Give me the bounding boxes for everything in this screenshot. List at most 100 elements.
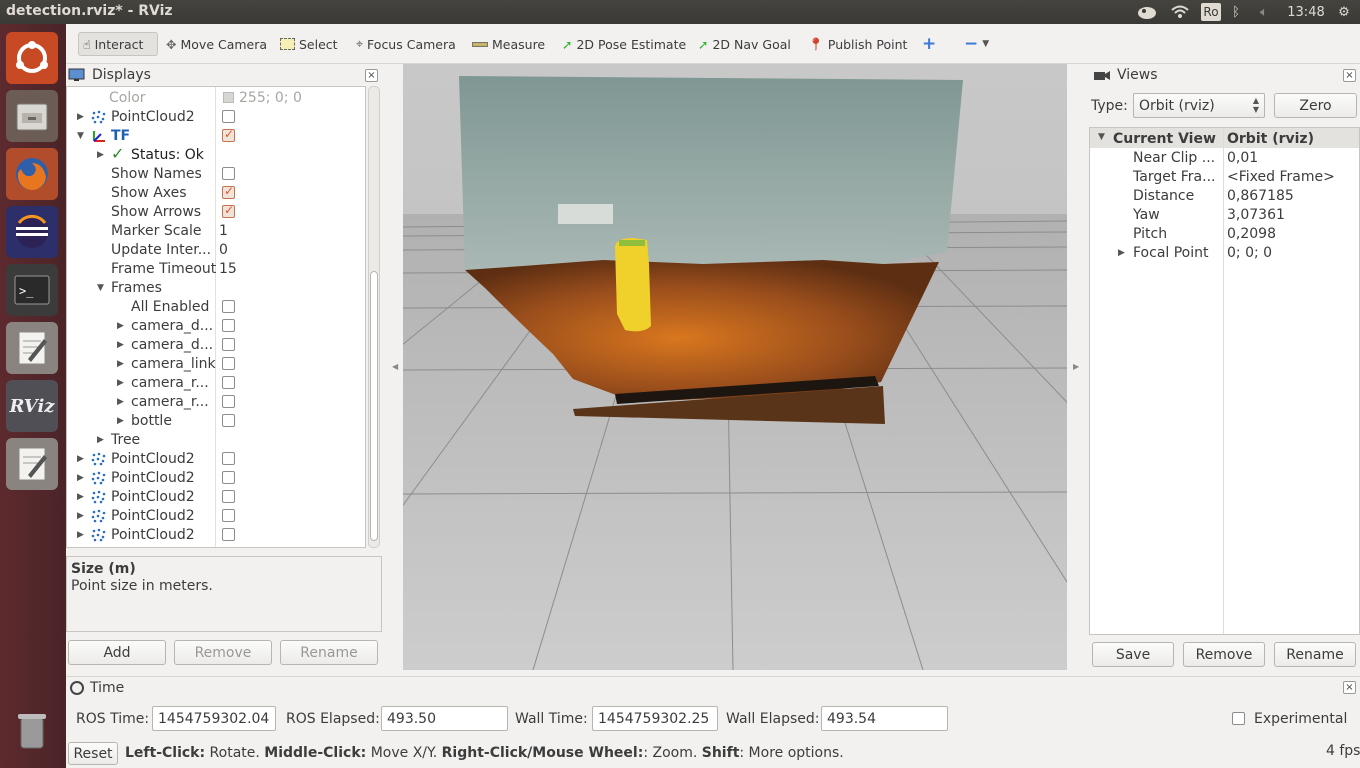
frame-camera-depth-optical-label[interactable]: camera_d... [131,335,213,354]
frame-camera-depth-frame-label[interactable]: camera_d... [131,316,213,335]
expand-arrow-icon[interactable]: ▶ [77,492,84,502]
display-pointcloud2-checkbox[interactable] [222,471,235,484]
display-tf-checkbox[interactable] [222,127,235,142]
add-tool-plus-icon[interactable]: + [918,32,940,56]
zero-button[interactable]: Zero [1274,93,1357,118]
view-prop-name[interactable]: Focal Point [1133,243,1209,262]
wifi-icon[interactable] [1168,2,1192,22]
dash-home-icon[interactable] [6,32,58,84]
messaging-icon[interactable] [1134,2,1160,22]
view-prop-value[interactable]: 0; 0; 0 [1227,243,1272,262]
expand-arrow-icon[interactable]: ▶ [117,340,124,350]
expand-arrow-icon[interactable]: ▼ [77,131,84,141]
frames-all-enabled-checkbox[interactable] [222,300,235,313]
ros-elapsed-field[interactable]: 493.50 [381,706,508,731]
view-prop-name[interactable]: Distance [1133,186,1194,205]
tf-show-arrows-label[interactable]: Show Arrows [111,202,201,221]
experimental-checkbox[interactable] [1232,712,1245,725]
tf-show-names-checkbox[interactable] [222,167,235,180]
tf-marker-scale-value[interactable]: 1 [219,221,228,240]
expand-arrow-icon[interactable]: ▶ [77,473,84,483]
close-icon[interactable]: × [365,69,378,82]
display-pointcloud2-label[interactable]: PointCloud2 [111,468,195,487]
tool-focus-camera[interactable]: ⌖ Focus Camera [352,32,460,56]
wall-time-field[interactable]: 1454759302.25 [592,706,718,731]
display-pointcloud2-checkbox[interactable] [222,490,235,503]
frame-camera-rgb-optical-checkbox[interactable] [222,395,235,408]
expand-arrow-icon[interactable]: ▼ [97,283,104,293]
view-prop-name[interactable]: Yaw [1133,205,1160,224]
tool-2d-pose-estimate[interactable]: ➚ 2D Pose Estimate [558,32,690,56]
view-prop-value[interactable]: <Fixed Frame> [1227,167,1335,186]
frame-camera-depth-frame-checkbox[interactable] [222,319,235,332]
rename-display-button[interactable]: Rename [280,640,378,665]
rviz-icon[interactable]: RViz [6,380,58,432]
expand-arrow-icon[interactable]: ▼ [1098,132,1105,142]
expand-arrow-icon[interactable]: ▶ [1118,248,1125,258]
volume-muted-icon[interactable]: 🔈︎ [1253,2,1275,22]
frame-camera-link-checkbox[interactable] [222,357,235,370]
tf-show-axes-checkbox[interactable] [222,184,235,199]
displays-tree[interactable]: Color 255; 0; 0 ▶ PointCloud2 ▼ TF ▶ ✓ Status:… [66,86,366,548]
expand-arrow-icon[interactable]: ▶ [97,435,104,445]
power-gear-icon[interactable]: ⚙ [1334,2,1354,22]
display-pointcloud2-checkbox[interactable] [222,528,235,541]
tf-show-names-label[interactable]: Show Names [111,164,202,183]
tf-frames-label[interactable]: Frames [111,278,162,297]
expand-arrow-icon[interactable]: ▶ [117,416,124,426]
eclipse-icon[interactable] [6,206,58,258]
view-prop-value[interactable]: 0,867185 [1227,186,1294,205]
expand-arrow-icon[interactable]: ▶ [77,454,84,464]
frame-bottle-checkbox[interactable] [222,414,235,427]
tool-move-camera[interactable]: ✥ Move Camera [162,32,271,56]
display-pointcloud2-label[interactable]: PointCloud2 [111,107,195,126]
frames-all-enabled-label[interactable]: All Enabled [131,297,209,316]
tool-publish-point[interactable]: 📍︎ Publish Point [804,32,911,56]
scrollbar-thumb[interactable] [370,271,378,541]
tf-frame-timeout-value[interactable]: 15 [219,259,237,278]
reset-button[interactable]: Reset [68,742,118,765]
display-tf-label[interactable]: TF [111,126,130,145]
ros-time-field[interactable]: 1454759302.04 [152,706,276,731]
display-pointcloud2-checkbox[interactable] [222,110,235,123]
views-tree[interactable]: ▼ Current View Orbit (rviz) Near Clip ..… [1089,127,1360,635]
trash-icon[interactable] [6,704,58,756]
tf-show-axes-label[interactable]: Show Axes [111,183,187,202]
expand-arrow-icon[interactable]: ▶ [77,112,84,122]
frame-camera-rgb-frame-label[interactable]: camera_r... [131,373,209,392]
remove-display-button[interactable]: Remove [174,640,272,665]
frame-camera-depth-optical-checkbox[interactable] [222,338,235,351]
frame-camera-rgb-optical-label[interactable]: camera_r... [131,392,209,411]
display-pointcloud2-label[interactable]: PointCloud2 [111,525,195,544]
add-display-button[interactable]: Add [68,640,166,665]
tf-update-interval-label[interactable]: Update Inter... [111,240,211,259]
frame-camera-rgb-frame-checkbox[interactable] [222,376,235,389]
text-editor-icon[interactable] [6,322,58,374]
expand-arrow-icon[interactable]: ▶ [77,530,84,540]
frame-camera-link-label[interactable]: camera_link [131,354,216,373]
expand-arrow-icon[interactable]: ▶ [117,359,124,369]
view-prop-name[interactable]: Target Fra... [1133,167,1215,186]
expand-arrow-icon[interactable]: ▶ [97,150,104,160]
tf-update-interval-value[interactable]: 0 [219,240,228,259]
expand-arrow-icon[interactable]: ▶ [117,397,124,407]
close-icon[interactable]: × [1343,681,1356,694]
firefox-icon[interactable] [6,148,58,200]
text-editor-2-icon[interactable] [6,438,58,490]
tool-interact[interactable]: ☝ Interact [78,32,158,56]
view-prop-value[interactable]: 0,2098 [1227,224,1276,243]
tf-marker-scale-label[interactable]: Marker Scale [111,221,202,240]
keyboard-layout-indicator[interactable]: Ro [1201,3,1221,21]
view-prop-value[interactable]: 0,01 [1227,148,1258,167]
view-type-select[interactable]: Orbit (rviz) ▲ ▼ [1133,93,1265,118]
close-icon[interactable]: × [1343,69,1356,82]
expand-arrow-icon[interactable]: ▶ [77,511,84,521]
display-pointcloud2-label[interactable]: PointCloud2 [111,487,195,506]
tf-tree-label[interactable]: Tree [111,430,140,449]
tool-measure[interactable]: Measure [468,32,549,56]
tool-select[interactable]: Select [276,32,342,56]
frame-bottle-label[interactable]: bottle [131,411,172,430]
terminal-icon[interactable]: >_ [6,264,58,316]
render-3d-view[interactable] [403,64,1067,670]
rename-view-button[interactable]: Rename [1274,642,1356,667]
